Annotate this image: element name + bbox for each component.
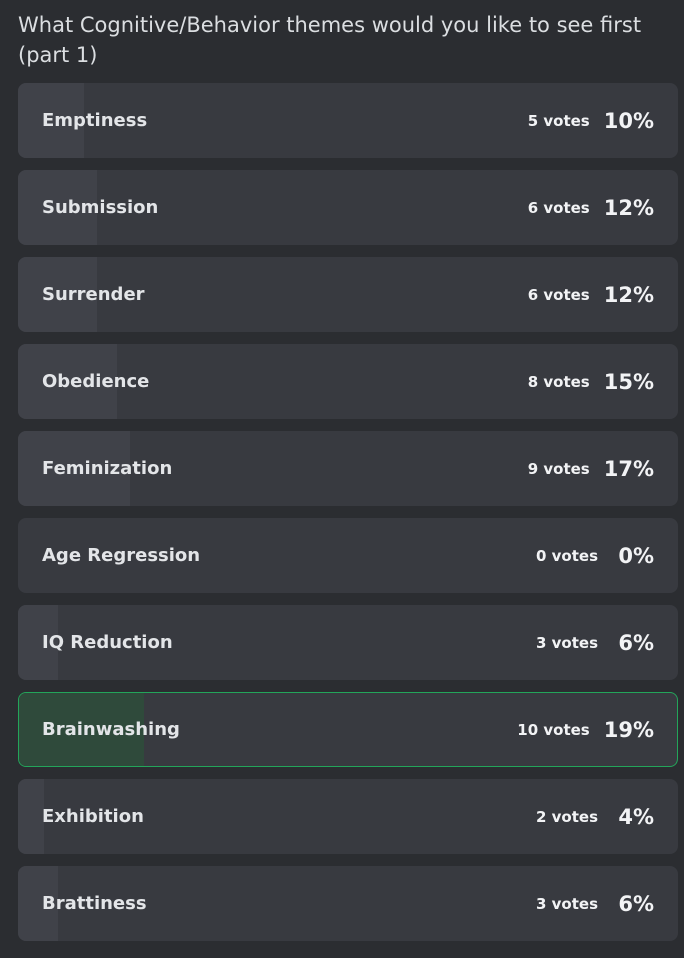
- vote-percent: 10%: [603, 108, 654, 133]
- vote-count: 6 votes: [527, 285, 590, 304]
- option-stats: 8 votes 15%: [528, 344, 654, 419]
- poll-option-selected[interactable]: Brainwashing 10 votes 19%: [18, 692, 678, 767]
- vote-share-bar: [18, 779, 45, 854]
- option-stats: 10 votes 19%: [517, 693, 654, 766]
- vote-count: 3 votes: [535, 633, 598, 652]
- poll-option[interactable]: IQ Reduction 3 votes 6%: [18, 605, 678, 680]
- vote-count: 10 votes: [517, 720, 590, 739]
- vote-percent: 17%: [603, 456, 654, 481]
- option-label: Emptiness: [42, 110, 148, 131]
- option-stats: 5 votes 10%: [528, 83, 654, 158]
- option-label: Submission: [42, 197, 159, 218]
- vote-count: 5 votes: [527, 111, 590, 130]
- vote-count: 6 votes: [527, 198, 590, 217]
- vote-count: 8 votes: [527, 372, 590, 391]
- option-label: Feminization: [42, 458, 173, 479]
- poll-question: What Cognitive/Behavior themes would you…: [18, 13, 642, 67]
- option-stats: 3 votes 6%: [536, 866, 654, 941]
- option-label: IQ Reduction: [42, 632, 173, 653]
- option-label: Surrender: [42, 284, 145, 305]
- poll-options: Emptiness 5 votes 10% Submission 6 votes…: [18, 83, 678, 953]
- vote-percent: 15%: [603, 369, 654, 394]
- poll-option[interactable]: Obedience 8 votes 15%: [18, 344, 678, 419]
- poll-option[interactable]: Age Regression 0 votes 0%: [18, 518, 678, 593]
- option-label: Brattiness: [42, 893, 147, 914]
- option-stats: 6 votes 12%: [528, 170, 654, 245]
- vote-percent: 0%: [618, 543, 654, 568]
- poll-option[interactable]: Exhibition 2 votes 4%: [18, 779, 678, 854]
- vote-percent: 4%: [618, 804, 654, 829]
- vote-count: 2 votes: [535, 807, 598, 826]
- option-stats: 2 votes 4%: [536, 779, 654, 854]
- poll-option[interactable]: Surrender 6 votes 12%: [18, 257, 678, 332]
- poll-option[interactable]: Emptiness 5 votes 10%: [18, 83, 678, 158]
- vote-percent: 6%: [618, 891, 654, 916]
- vote-percent: 12%: [603, 282, 654, 307]
- vote-count: 3 votes: [535, 894, 598, 913]
- vote-percent: 6%: [618, 630, 654, 655]
- option-stats: 6 votes 12%: [528, 257, 654, 332]
- poll-option[interactable]: Feminization 9 votes 17%: [18, 431, 678, 506]
- option-label: Obedience: [42, 371, 150, 392]
- poll-option[interactable]: Submission 6 votes 12%: [18, 170, 678, 245]
- vote-count: 0 votes: [535, 546, 598, 565]
- vote-count: 9 votes: [527, 459, 590, 478]
- option-label: Age Regression: [42, 545, 201, 566]
- option-stats: 0 votes 0%: [536, 518, 654, 593]
- option-label: Brainwashing: [42, 719, 180, 740]
- option-stats: 3 votes 6%: [536, 605, 654, 680]
- option-stats: 9 votes 17%: [528, 431, 654, 506]
- poll-option[interactable]: Brattiness 3 votes 6%: [18, 866, 678, 941]
- vote-percent: 19%: [603, 717, 654, 742]
- poll: What Cognitive/Behavior themes would you…: [0, 0, 684, 958]
- option-label: Exhibition: [42, 806, 144, 827]
- vote-percent: 12%: [603, 195, 654, 220]
